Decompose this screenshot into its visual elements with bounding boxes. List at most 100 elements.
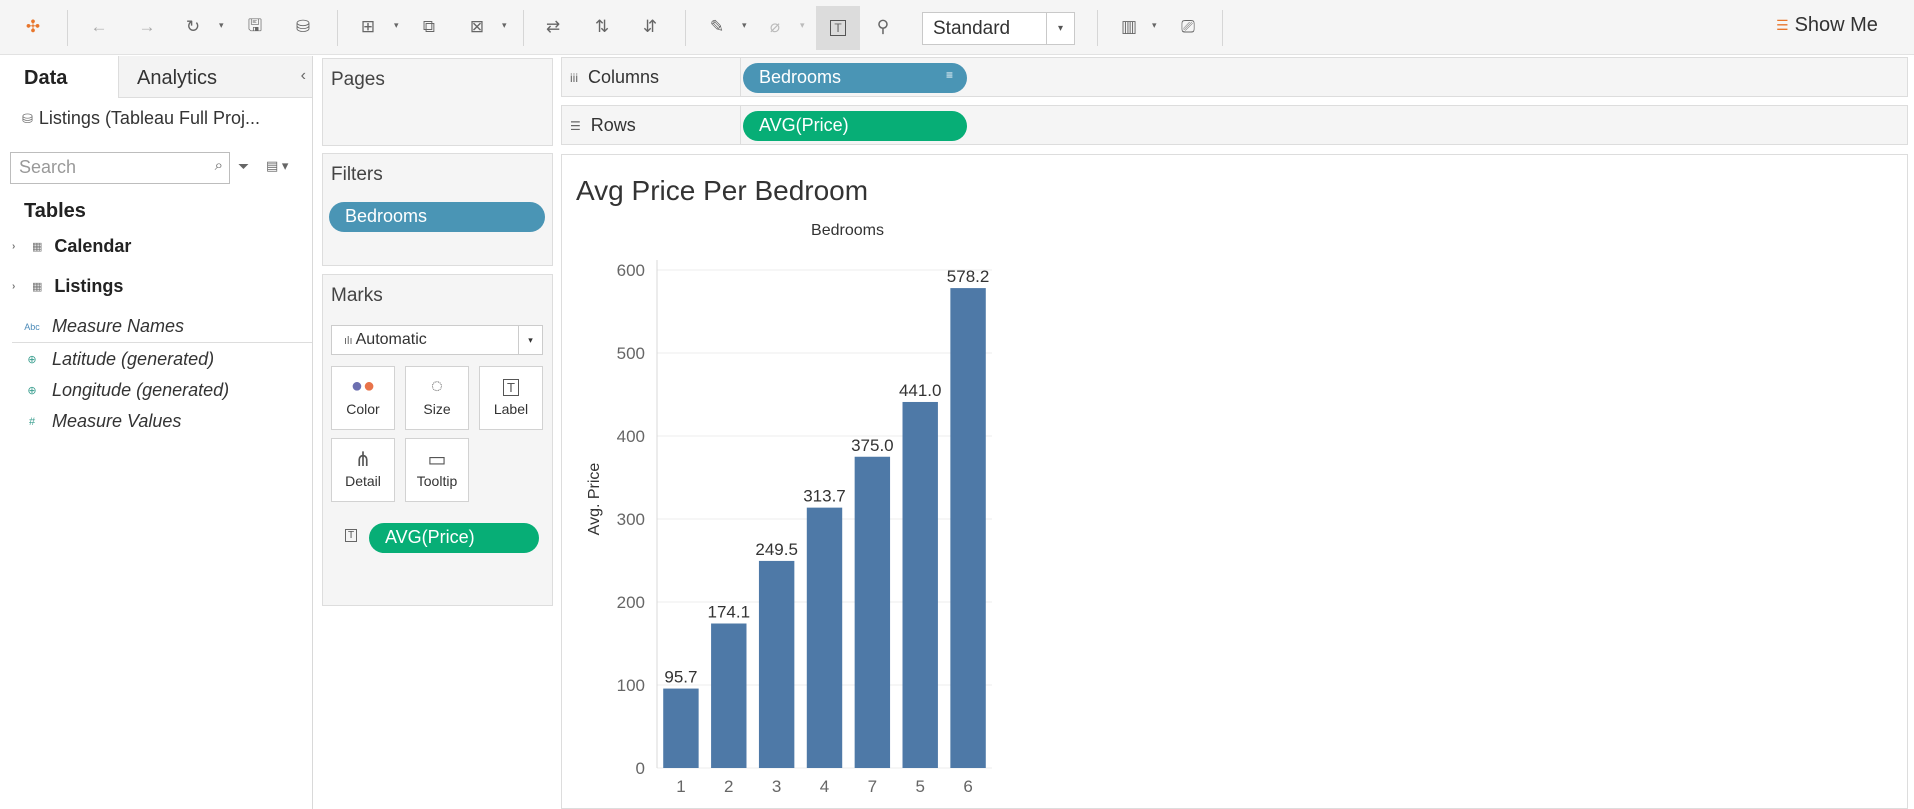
bar[interactable] [950, 288, 986, 768]
bar[interactable] [663, 688, 699, 768]
rows-shelf[interactable]: ☰ Rows AVG(Price) [561, 105, 1908, 145]
color-button[interactable]: ●● Color [331, 366, 395, 430]
presentation-mode-icon[interactable]: ⎚ [1173, 12, 1203, 42]
table-item-listings[interactable]: › ▦ Listings [12, 276, 123, 297]
bar[interactable] [902, 401, 938, 768]
table-item-calendar[interactable]: › ▦ Calendar [12, 236, 131, 257]
x-tick-label: 5 [915, 777, 924, 796]
tooltip-button[interactable]: ▭ Tooltip [405, 438, 469, 502]
table-item-label: Calendar [54, 236, 132, 256]
filter-pill-bedrooms[interactable]: Bedrooms [329, 202, 545, 232]
shelf-divider [740, 106, 741, 144]
pages-card[interactable]: Pages [322, 58, 553, 146]
toolbar: ✣ ← → ↻ ▾ 🖫 ⛁ ⊞ ▾ ⧉ ⊠ ▾ ⇄ ⇅ ⇵ ✎ ▾ ⌀ ▾ T … [0, 0, 1914, 55]
expand-arrow-icon[interactable]: › [12, 241, 20, 252]
rows-icon: ☰ [570, 118, 581, 133]
clear-sheet-icon[interactable]: ⊠ [462, 12, 492, 42]
collapse-pane-icon[interactable]: ‹ [301, 67, 306, 85]
x-tick-label: 6 [963, 777, 972, 796]
datasource[interactable]: ⛁ Listings (Tableau Full Proj... [22, 108, 260, 129]
highlight-dropdown-icon[interactable]: ▾ [742, 20, 747, 31]
redo-icon[interactable]: → [132, 12, 162, 42]
label-label: Label [493, 401, 529, 417]
table-icon: ▦ [32, 241, 43, 253]
new-worksheet-icon[interactable]: ⊞ [353, 12, 383, 42]
y-tick-label: 200 [617, 593, 645, 612]
field-label: Latitude (generated) [52, 349, 215, 369]
tableau-logo-icon[interactable]: ✣ [18, 12, 48, 42]
toolbar-separator [337, 10, 338, 46]
clear-sheet-dropdown-icon[interactable]: ▾ [502, 20, 507, 31]
toolbar-separator [1222, 10, 1223, 46]
table-icon: ▦ [32, 281, 43, 293]
save-icon[interactable]: 🖫 [240, 12, 270, 42]
columns-label-text: Columns [588, 67, 660, 87]
detail-button[interactable]: ⋔ Detail [331, 438, 395, 502]
columns-icon: iii [570, 70, 578, 85]
sort-descending-icon[interactable]: ⇵ [635, 12, 665, 42]
field-measure-values[interactable]: # Measure Values [24, 411, 181, 432]
y-tick-label: 400 [617, 427, 645, 446]
duplicate-sheet-icon[interactable]: ⧉ [414, 12, 444, 42]
bar[interactable] [711, 623, 747, 768]
filters-card[interactable]: Filters Bedrooms [322, 153, 553, 266]
y-tick-label: 0 [636, 759, 645, 778]
mark-type-value: Automatic [355, 331, 427, 348]
sort-ascending-icon[interactable]: ⇅ [587, 12, 617, 42]
size-button[interactable]: ◌ Size [405, 366, 469, 430]
chevron-down-icon[interactable]: ▾ [1046, 13, 1074, 44]
show-cards-icon[interactable]: ▥ [1114, 12, 1144, 42]
filter-icon[interactable]: ⏷ [238, 158, 249, 175]
show-mark-labels-icon[interactable]: T [816, 6, 860, 50]
chevron-down-icon[interactable]: ▾ [518, 326, 542, 354]
tab-data[interactable]: Data [0, 56, 118, 98]
columns-shelf[interactable]: iii Columns Bedrooms ≡ [561, 57, 1908, 97]
tables-heading: Tables [24, 200, 86, 222]
datasource-label: Listings (Tableau Full Proj... [38, 108, 261, 128]
replay-icon[interactable]: ↻ [178, 12, 208, 42]
filters-title: Filters [331, 164, 383, 185]
field-measure-names[interactable]: Abc Measure Names [24, 316, 184, 337]
field-latitude[interactable]: ⊕ Latitude (generated) [24, 349, 214, 370]
columns-label: iii Columns [570, 67, 659, 88]
field-label: Measure Values [52, 411, 182, 431]
x-tick-label: 7 [868, 777, 877, 796]
y-axis-title: Avg. Price [586, 463, 603, 536]
mark-type-select[interactable]: ılı Automatic ▾ [331, 325, 543, 355]
label-pill-avg-price[interactable]: AVG(Price) [369, 523, 539, 553]
highlight-icon[interactable]: ✎ [702, 12, 732, 42]
fit-select[interactable]: Standard ▾ [922, 12, 1075, 45]
data-pane: Data Analytics ‹ ⛁ Listings (Tableau Ful… [0, 56, 313, 809]
fix-axes-icon[interactable]: ⚲ [868, 12, 898, 42]
label-encoding-icon: T [345, 529, 358, 542]
shelf-divider [740, 58, 741, 96]
data-label: 578.2 [947, 267, 990, 286]
view-options-icon[interactable]: ▤ ▾ [266, 158, 288, 174]
tab-analytics[interactable]: Analytics ‹ [118, 56, 312, 98]
search-input[interactable]: Search ⌕ [10, 152, 230, 184]
group-dropdown-icon[interactable]: ▾ [800, 20, 805, 31]
toolbar-separator [523, 10, 524, 46]
color-label: Color [346, 401, 380, 417]
replay-dropdown-icon[interactable]: ▾ [219, 20, 224, 31]
marks-card: Marks ılı Automatic ▾ ●● Color ◌ Size T … [322, 274, 553, 606]
expand-arrow-icon[interactable]: › [12, 281, 20, 292]
bar[interactable] [758, 560, 795, 768]
show-me-button[interactable]: ☰ Show Me [1776, 14, 1878, 37]
search-placeholder: Search [19, 157, 77, 177]
bar[interactable] [854, 456, 891, 768]
label-button[interactable]: T Label [479, 366, 543, 430]
columns-pill-bedrooms[interactable]: Bedrooms ≡ [743, 63, 967, 93]
group-members-icon[interactable]: ⌀ [760, 12, 790, 42]
color-icon: ●● [350, 375, 376, 397]
show-cards-dropdown-icon[interactable]: ▾ [1152, 20, 1157, 31]
new-datasource-icon[interactable]: ⛁ [288, 12, 318, 42]
undo-icon[interactable]: ← [84, 12, 114, 42]
field-longitude[interactable]: ⊕ Longitude (generated) [24, 380, 229, 401]
show-me-icon: ☰ [1776, 17, 1789, 33]
new-worksheet-dropdown-icon[interactable]: ▾ [394, 20, 399, 31]
swap-rows-columns-icon[interactable]: ⇄ [538, 12, 568, 42]
bar[interactable] [806, 507, 843, 768]
pages-title: Pages [331, 69, 385, 90]
rows-pill-avg-price[interactable]: AVG(Price) [743, 111, 967, 141]
